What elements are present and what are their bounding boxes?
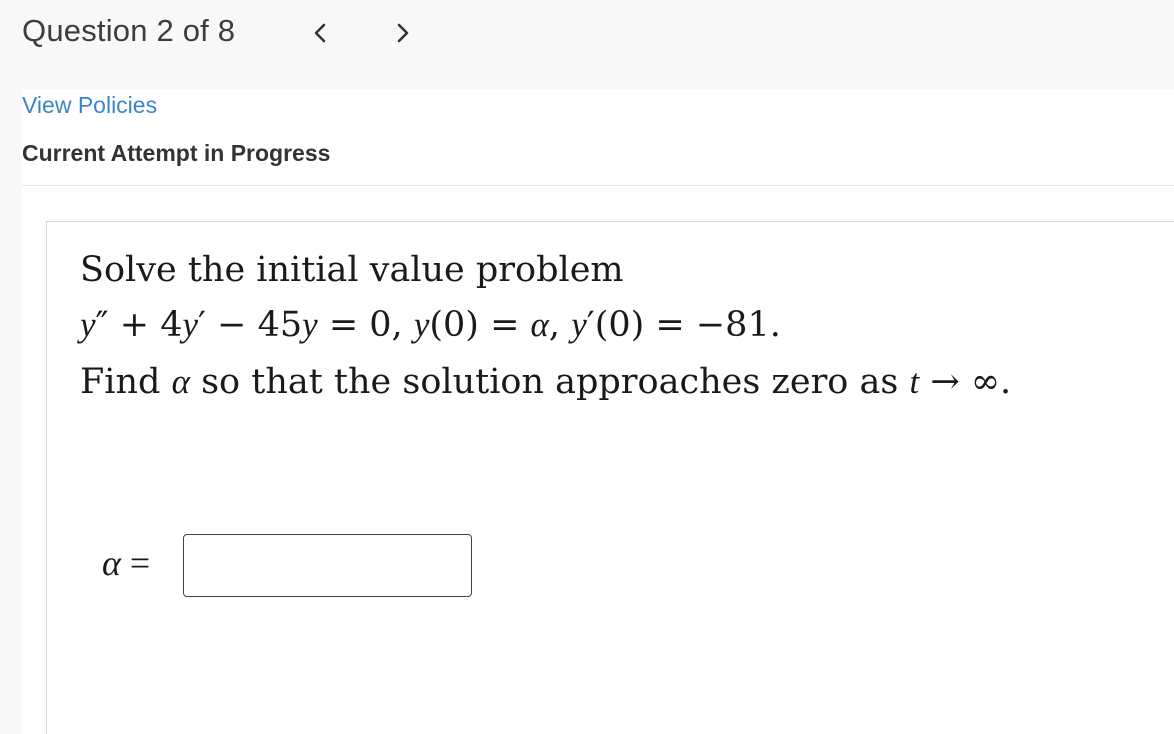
eq-initial-yprime: y (571, 305, 587, 344)
left-gutter (0, 0, 22, 734)
next-question-button[interactable] (389, 18, 417, 48)
instruction-infinity: ∞. (970, 362, 1012, 402)
instruction-text: so that the solution approaches zero as (201, 362, 899, 402)
answer-label-alpha: α (102, 543, 121, 583)
alpha-answer-input[interactable] (183, 534, 472, 597)
eq-comma: , (548, 305, 561, 345)
answer-label-equals: = (129, 543, 151, 583)
eq-plus-4: + 4 (119, 305, 183, 345)
instruction-alpha: α (171, 362, 190, 401)
eq-initial-y-value: (0) = (429, 305, 520, 345)
attempt-status-heading: Current Attempt in Progress (22, 140, 331, 166)
question-navigation-bar: Question 2 of 8 (0, 0, 1174, 89)
chevron-right-icon (397, 23, 409, 43)
eq-minus-45: − 45 (217, 305, 303, 345)
chevron-left-icon (314, 23, 326, 43)
page: Question 2 of 8 View Policies Current At… (0, 0, 1174, 734)
eq-initial-y: y (413, 305, 430, 344)
section-divider (22, 185, 1174, 186)
question-instruction: Find α so that the solution approaches z… (80, 362, 1011, 402)
instruction-t: t (909, 362, 920, 401)
eq-equals-zero: = 0, (328, 305, 403, 345)
question-panel (46, 221, 1174, 734)
answer-label: α = (102, 542, 150, 584)
eq-y: y (302, 305, 318, 344)
eq-alpha: α (530, 305, 549, 344)
question-equation: y″ + 4y′ − 45y = 0, y(0) = α, y′(0) = −8… (80, 305, 781, 345)
eq-y-first-derivative: y (182, 305, 199, 344)
question-counter: Question 2 of 8 (22, 13, 236, 48)
eq-initial-yprime-value: (0) = −81. (594, 305, 781, 345)
view-policies-link[interactable]: View Policies (22, 92, 157, 119)
previous-question-button[interactable] (306, 18, 334, 48)
instruction-arrow: → (930, 362, 960, 402)
eq-y-second-derivative: y (80, 305, 96, 344)
instruction-find: Find (80, 362, 161, 402)
question-prompt: Solve the initial value problem (80, 250, 624, 290)
